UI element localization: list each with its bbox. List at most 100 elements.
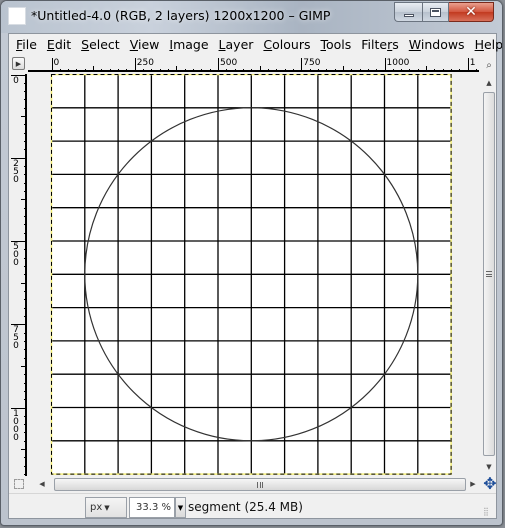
ruler-tick	[201, 69, 203, 72]
horizontal-scroll-thumb[interactable]	[54, 478, 466, 491]
menu-layer[interactable]: Layer	[214, 34, 259, 56]
menu-filters[interactable]: Filters	[356, 34, 403, 56]
scroll-right-arrow[interactable]: ▶	[466, 476, 480, 492]
menu-windows[interactable]: Windows	[404, 34, 470, 56]
window-title: *Untitled-4.0 (RGB, 2 layers) 1200x1200 …	[31, 8, 331, 23]
ruler-label: 500	[13, 242, 19, 268]
ruler-tick	[24, 399, 27, 401]
ruler-tick	[309, 69, 311, 72]
move-arrows-icon: ✥	[483, 474, 497, 493]
ruler-label: 500	[220, 58, 238, 68]
ruler-tick	[24, 274, 27, 276]
scroll-down-arrow[interactable]: ▼	[482, 460, 496, 474]
ruler-tick	[24, 390, 27, 392]
zoom-value: 33.3 %	[136, 502, 171, 513]
ruler-tick	[242, 69, 244, 72]
menu-tools[interactable]: Tools	[315, 34, 356, 56]
menu-colours[interactable]: Colours	[258, 34, 315, 56]
zoom-level-field[interactable]: 33.3 %	[129, 497, 175, 518]
ruler-tick	[151, 69, 153, 72]
title-bar[interactable]: *Untitled-4.0 (RGB, 2 layers) 1200x1200 …	[1, 1, 502, 33]
canvas-area[interactable]	[29, 74, 480, 476]
scroll-up-arrow[interactable]: ▲	[482, 76, 496, 90]
menu-select[interactable]: Select	[76, 34, 125, 56]
arrow-up-icon: ▲	[486, 79, 492, 87]
ruler-tick	[24, 149, 27, 151]
ruler-tick	[24, 91, 27, 93]
ruler-tick	[267, 69, 269, 72]
unit-selector[interactable]: px ▼	[85, 497, 127, 518]
menu-edit[interactable]: Edit	[42, 34, 76, 56]
image-window-client: File Edit Select View Image Layer Colours Tools…	[8, 33, 502, 519]
ruler-tick	[301, 58, 303, 72]
ruler-tick	[351, 69, 353, 72]
vertical-scroll-thumb[interactable]	[483, 92, 495, 456]
ruler-label: 1000	[386, 58, 410, 68]
menu-help[interactable]: Help	[470, 34, 502, 56]
ruler-tick	[24, 174, 27, 176]
horizontal-ruler[interactable]: 0 250 500 750 1000 1	[28, 58, 479, 72]
zoom-image-button[interactable]: ⌕	[482, 58, 496, 72]
image-canvas[interactable]	[29, 74, 480, 476]
ruler-tick	[24, 457, 27, 459]
quick-mask-toggle[interactable]	[14, 479, 24, 489]
ruler-tick	[367, 69, 369, 72]
ruler-tick	[24, 332, 27, 334]
ruler-tick	[24, 182, 27, 184]
ruler-label: 250	[13, 158, 19, 185]
ruler-tick	[24, 432, 27, 434]
dropdown-arrow-icon: ▼	[104, 503, 110, 512]
ruler-tick	[24, 465, 27, 467]
ruler-tick	[24, 315, 27, 317]
ruler-tick	[126, 69, 128, 72]
status-bar: px ▼ 33.3 % ▼ segment (25.4 MB) ⣿	[9, 493, 496, 519]
ruler-tick	[384, 58, 386, 72]
ruler-tick	[276, 69, 278, 72]
ruler-tick	[109, 69, 111, 72]
navigate-button[interactable]: ✥	[482, 476, 498, 492]
ruler-tick	[24, 166, 27, 168]
ruler-label: 0	[53, 58, 60, 68]
maximize-button[interactable]	[422, 2, 449, 22]
ruler-tick	[376, 69, 378, 72]
vertical-scrollbar[interactable]: ▲ ▼	[482, 74, 496, 476]
ruler-tick	[476, 69, 478, 72]
unit-value: px	[90, 502, 103, 513]
zoom-dropdown-button[interactable]: ▼	[175, 497, 186, 518]
menu-image[interactable]: Image	[164, 34, 213, 56]
ruler-tick	[292, 69, 294, 72]
image-menu-button[interactable]: ▶	[12, 57, 25, 70]
ruler-tick	[24, 299, 27, 301]
ruler-tick	[317, 69, 319, 72]
ruler-tick	[24, 224, 27, 226]
ruler-tick	[159, 69, 161, 72]
horizontal-scroll-row: ◀ ▶ ✥	[9, 476, 498, 492]
ruler-label: 0	[13, 75, 19, 86]
ruler-tick	[24, 440, 27, 442]
menu-view[interactable]: View	[125, 34, 165, 56]
ruler-tick	[24, 474, 27, 476]
menu-file[interactable]: File	[11, 34, 42, 56]
ruler-tick	[251, 69, 253, 72]
ruler-tick	[451, 69, 453, 72]
ruler-tick	[284, 69, 286, 72]
ruler-tick	[417, 69, 419, 72]
ruler-tick	[24, 141, 27, 143]
ruler-label: 750	[13, 325, 19, 352]
ruler-tick	[24, 349, 27, 351]
ruler-tick	[342, 66, 344, 72]
ruler-tick	[24, 232, 27, 234]
horizontal-scrollbar[interactable]: ◀ ▶	[29, 476, 480, 492]
vertical-ruler[interactable]: 0 250 500 750 1000	[11, 74, 27, 476]
ruler-tick	[24, 216, 27, 218]
maximize-icon	[430, 7, 441, 17]
ruler-tick	[184, 69, 186, 72]
scroll-left-arrow[interactable]: ◀	[35, 476, 49, 492]
resize-grip[interactable]: ⣿	[483, 507, 493, 517]
ruler-tick	[84, 69, 86, 72]
close-button[interactable]: ✕	[449, 2, 494, 22]
ruler-tick	[24, 265, 27, 267]
app-icon	[8, 7, 26, 25]
ruler-tick	[326, 69, 328, 72]
minimize-button[interactable]	[394, 2, 422, 22]
